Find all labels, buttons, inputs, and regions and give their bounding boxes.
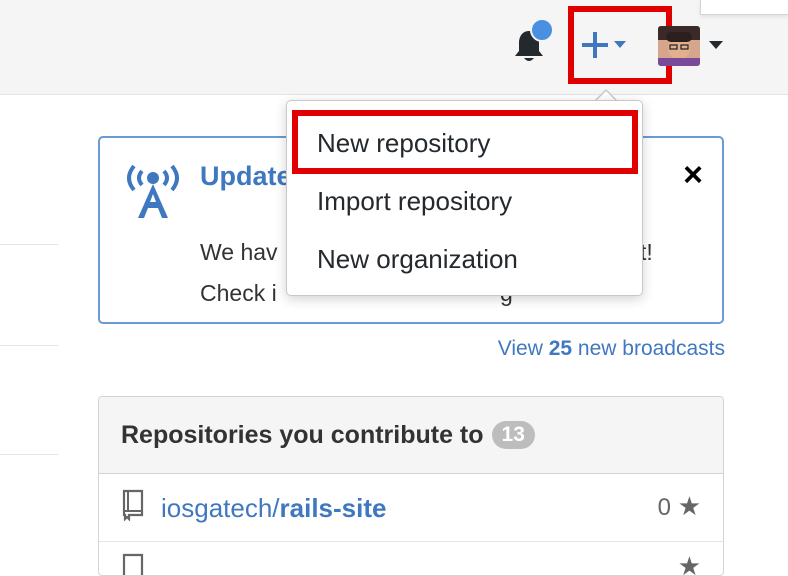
- repo-book-icon: [122, 489, 144, 521]
- broadcast-body-line1: We hav: [200, 239, 278, 265]
- star-icon: ★: [677, 491, 701, 521]
- broadcast-count: 25: [548, 337, 573, 360]
- list-item[interactable]: iosgatech/rails-site 0 ★: [99, 473, 723, 542]
- left-divider: [0, 345, 58, 346]
- view-broadcasts-link[interactable]: View 25 new broadcasts: [420, 337, 725, 361]
- left-divider: [0, 244, 58, 245]
- avatar-image: [658, 26, 700, 66]
- repo-name: rails-site: [279, 493, 387, 523]
- repositories-heading: Repositories you contribute to 13: [121, 421, 535, 450]
- broadcast-icon: [127, 164, 179, 218]
- star-icon: ★: [677, 551, 701, 576]
- repositories-panel: Repositories you contribute to 13 iosgate…: [98, 396, 724, 576]
- plus-button-highlight-box: [568, 6, 672, 84]
- repo-book-icon: [122, 553, 144, 575]
- broadcast-body-line2: Check i: [200, 280, 277, 306]
- view-broadcasts-suffix: new broadcasts: [572, 337, 725, 360]
- close-icon[interactable]: ×: [678, 158, 708, 192]
- repositories-panel-header: Repositories you contribute to 13: [99, 397, 723, 474]
- new-repository-highlight-box: [292, 110, 638, 174]
- avatar-dropdown-caret-icon[interactable]: [708, 40, 724, 50]
- notification-unread-dot: [530, 18, 554, 42]
- list-item[interactable]: ★: [99, 541, 723, 576]
- user-avatar[interactable]: [658, 26, 700, 66]
- view-broadcasts-prefix: View: [497, 337, 549, 360]
- menu-item-import-repository[interactable]: Import repository: [287, 175, 642, 227]
- repo-stars: 0 ★: [658, 491, 701, 522]
- repositories-heading-text: Repositories you contribute to: [121, 421, 484, 449]
- repo-owner: iosgatech/: [161, 493, 280, 523]
- top-edge-panel: [700, 0, 788, 15]
- left-divider: [0, 454, 58, 455]
- repo-star-count: 0: [657, 494, 672, 521]
- menu-item-new-organization[interactable]: New organization: [287, 233, 642, 285]
- repositories-count-badge: 13: [491, 421, 535, 449]
- repo-link[interactable]: iosgatech/rails-site: [161, 493, 386, 524]
